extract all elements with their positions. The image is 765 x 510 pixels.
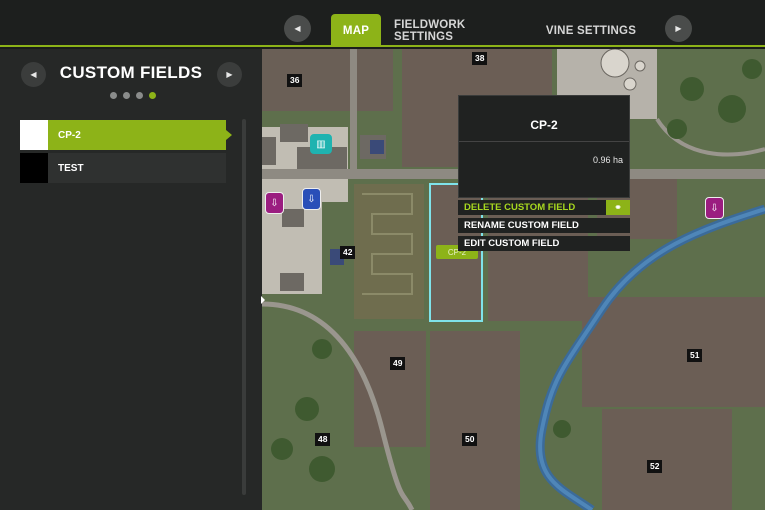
field-number-label: 48 [315,433,331,446]
list-item-test[interactable]: TEST [20,153,226,183]
tab-vine-settings[interactable]: VINE SETTINGS [545,14,637,47]
rename-custom-field-label: RENAME CUSTOM FIELD [464,220,579,231]
popup-divider [459,141,629,142]
page-dot-active[interactable] [149,92,156,99]
page-dot[interactable] [110,92,117,99]
tab-fieldwork-settings[interactable]: FIELDWORK SETTINGS [394,14,525,47]
edit-custom-field-button[interactable]: EDIT CUSTOM FIELD [458,236,630,251]
list-item-cp-2[interactable]: CP-2 [20,120,232,150]
field-name: TEST [48,153,226,183]
page-indicator [110,92,156,99]
field-number-label: 42 [340,246,356,259]
field-number-label: 36 [287,74,303,87]
list-scrollbar[interactable] [242,119,246,495]
field-number-label: 50 [462,433,478,446]
chevron-left-icon[interactable]: ◀ [284,15,311,42]
sell-point-icon[interactable]: ⇩ [705,197,724,219]
chevron-right-icon[interactable]: ▶ [665,15,692,42]
delete-custom-field-label: DELETE CUSTOM FIELD [464,202,576,213]
field-number-label: 51 [687,349,703,362]
rename-custom-field-button[interactable]: RENAME CUSTOM FIELD [458,218,630,233]
field-number-label: 52 [647,460,663,473]
field-area: 0.96 ha [592,155,623,165]
top-navigation-bar: ◀ MAP FIELDWORK SETTINGS VINE SETTINGS ▶ [0,0,765,47]
field-number-label: 49 [390,357,406,370]
link-icon[interactable]: ⚭ [606,200,630,215]
mouse-cursor [261,296,265,304]
panel-title: CUSTOM FIELDS [59,63,203,82]
edit-custom-field-label: EDIT CUSTOM FIELD [464,238,560,249]
panel-next-icon[interactable]: ▶ [217,62,242,87]
field-color-swatch [20,120,48,150]
field-color-swatch [20,153,48,183]
sell-point-icon[interactable]: ⇩ [265,192,284,214]
custom-fields-panel: ◀ CUSTOM FIELDS ▶ CP-2 TEST [0,49,262,510]
panel-prev-icon[interactable]: ◀ [21,62,46,87]
delete-custom-field-button[interactable]: DELETE CUSTOM FIELD ⚭ [458,200,630,215]
field-info-popup: CP-2 0.96 ha [458,95,630,198]
sell-point-icon[interactable]: ⇩ [302,188,321,210]
caret-right-icon [226,130,232,140]
popup-title: CP-2 [530,118,558,132]
tab-map[interactable]: MAP [331,14,381,47]
field-name: CP-2 [48,120,226,150]
factory-icon[interactable]: ▥ [310,134,332,154]
page-dot[interactable] [136,92,143,99]
page-dot[interactable] [123,92,130,99]
field-number-label: 38 [472,52,488,65]
